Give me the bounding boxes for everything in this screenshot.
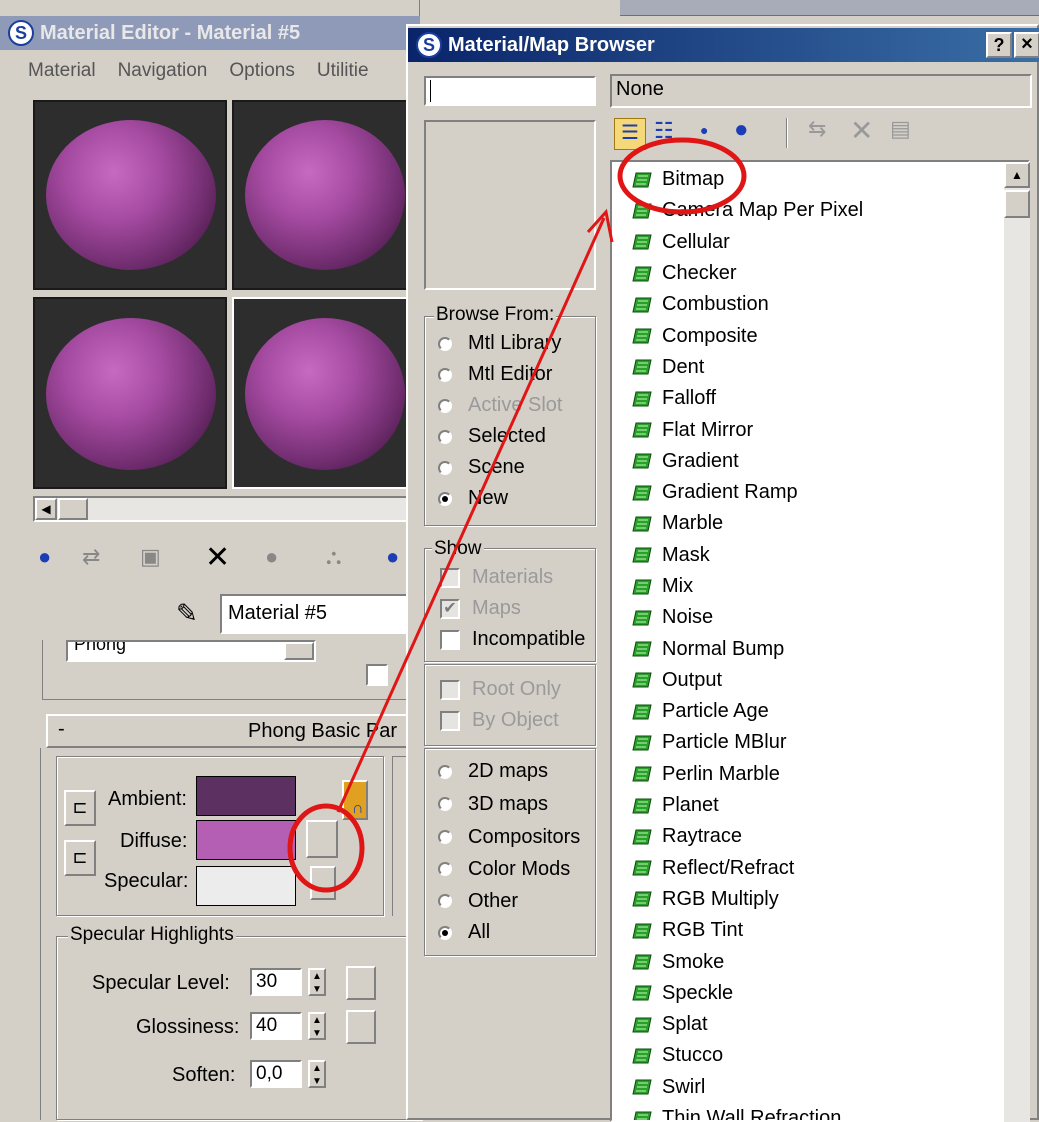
annotation-overlay — [287, 137, 747, 893]
annotation-circle-diffuse-map — [287, 803, 365, 893]
annotation-arrow-line — [336, 217, 606, 813]
annotation-circle-bitmap — [617, 137, 747, 215]
